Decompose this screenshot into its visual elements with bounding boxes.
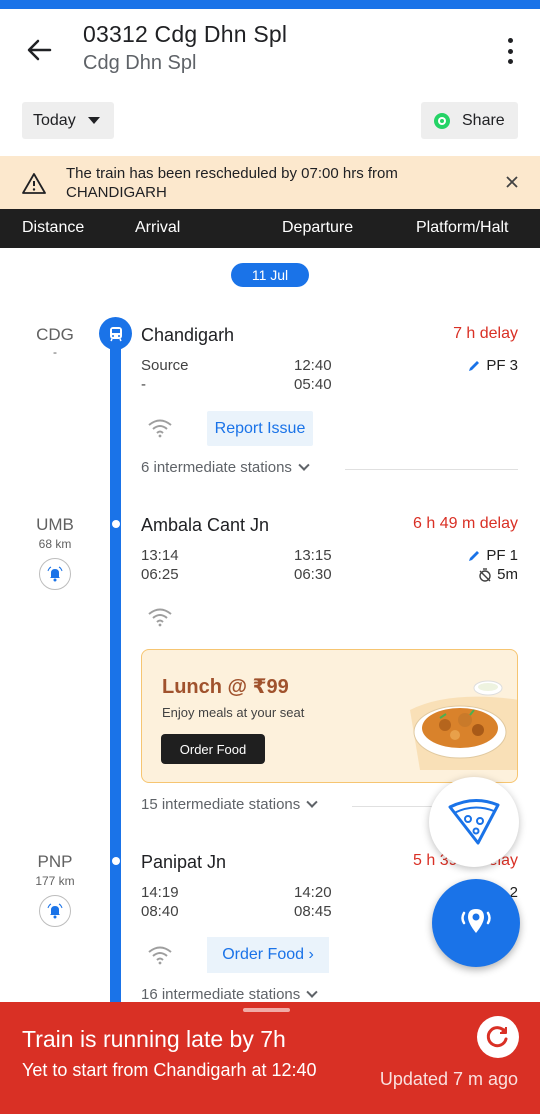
biryani-bowl-icon [410, 680, 517, 770]
drag-handle[interactable] [243, 1008, 290, 1012]
last-updated-text: Updated 7 m ago [379, 1069, 518, 1089]
share-label: Share [462, 111, 505, 129]
timer-off-icon [479, 567, 491, 582]
promo-title: Lunch @ ₹99 [162, 676, 289, 698]
delay-text: 7 h delay [453, 325, 518, 342]
scheduled-arrival: 13:14 [141, 547, 179, 564]
divider [345, 469, 518, 470]
order-food-button[interactable]: Order Food [161, 734, 265, 764]
col-platform: Platform/Halt [416, 219, 509, 236]
actual-arrival: 08:40 [141, 903, 179, 920]
station-name[interactable]: Panipat Jn [141, 852, 226, 873]
whatsapp-icon [434, 112, 450, 129]
chevron-down-icon [306, 796, 318, 808]
halt-duration: 5m [497, 566, 518, 583]
train-subtitle: Cdg Dhn Spl [83, 52, 197, 74]
wifi-icon [148, 608, 172, 627]
actual-arrival: - [141, 376, 146, 393]
halt-info: 5m [478, 566, 518, 583]
actual-departure: 06:30 [294, 566, 332, 583]
intermediate-stations-label: 16 intermediate stations [141, 986, 301, 1003]
more-options-button[interactable] [496, 35, 524, 67]
scheduled-departure: 13:15 [294, 547, 332, 564]
chevron-down-icon [306, 986, 318, 998]
wifi-icon [148, 946, 172, 965]
intermediate-stations-label: 6 intermediate stations [141, 459, 292, 476]
running-status-subtitle: Yet to start from Chandigarh at 12:40 [22, 1060, 317, 1080]
col-departure: Departure [282, 219, 354, 236]
platform-number: PF 1 [486, 547, 518, 564]
report-issue-button[interactable]: Report Issue [207, 411, 313, 446]
train-icon [109, 326, 122, 341]
date-pill: 11 Jul [231, 263, 309, 287]
running-status-panel[interactable]: Train is running late by 7h Yet to start… [0, 1002, 540, 1114]
food-fab-button[interactable] [429, 777, 519, 867]
status-accent-bar [0, 0, 540, 9]
platform-number: PF 3 [486, 357, 518, 374]
refresh-icon [486, 1026, 508, 1048]
bell-icon [47, 566, 63, 582]
arrow-left-icon [27, 39, 52, 61]
station-distance: 68 km [38, 537, 72, 551]
station-code: PNP [37, 852, 73, 871]
column-header-bar: Distance Arrival Departure Platform/Halt [0, 209, 540, 248]
col-arrival: Arrival [135, 219, 181, 236]
alarm-button[interactable] [39, 558, 71, 590]
pencil-icon[interactable] [467, 549, 481, 563]
scheduled-arrival: Source [141, 357, 189, 374]
alert-message: The train has been rescheduled by 07:00 … [66, 165, 398, 201]
scheduled-arrival: 14:19 [141, 884, 179, 901]
wifi-icon [148, 419, 172, 438]
pencil-icon[interactable] [467, 359, 481, 373]
intermediate-stations-toggle[interactable]: 6 intermediate stations [141, 459, 310, 476]
station-dot [112, 857, 120, 865]
station-code: CDG [36, 325, 74, 344]
lunch-promo-card[interactable]: Lunch @ ₹99 Enjoy meals at your seat Ord… [141, 649, 518, 783]
scheduled-departure: 14:20 [294, 884, 332, 901]
scheduled-departure: 12:40 [294, 357, 332, 374]
caret-down-icon [87, 117, 100, 124]
date-selector-label: Today [33, 111, 76, 129]
pizza-slice-icon [448, 799, 500, 845]
chevron-down-icon [298, 459, 310, 471]
platform-info: PF 3 [467, 357, 518, 374]
share-button[interactable]: Share [421, 102, 518, 139]
refresh-button[interactable] [477, 1016, 519, 1058]
intermediate-stations-toggle[interactable]: 15 intermediate stations [141, 796, 318, 813]
delay-text: 6 h 49 m delay [413, 515, 518, 532]
station-code: UMB [36, 515, 74, 534]
reschedule-alert: The train has been rescheduled by 07:00 … [0, 156, 540, 209]
close-icon[interactable] [502, 172, 522, 192]
location-pin-icon [461, 909, 491, 933]
app-header: 03312 Cdg Dhn Spl Cdg Dhn Spl [0, 9, 540, 99]
running-status-title: Train is running late by 7h [22, 1026, 286, 1052]
actual-departure: 05:40 [294, 376, 332, 393]
promo-subtitle: Enjoy meals at your seat [162, 705, 305, 720]
station-dot [112, 520, 120, 528]
train-title: 03312 Cdg Dhn Spl [83, 21, 288, 47]
platform-info: PF 1 [467, 547, 518, 564]
station-name[interactable]: Chandigarh [141, 325, 234, 346]
col-distance: Distance [22, 219, 85, 236]
bell-icon [47, 903, 63, 919]
station-distance: 177 km [35, 874, 75, 888]
actual-arrival: 06:25 [141, 566, 179, 583]
back-button[interactable] [22, 33, 56, 67]
warning-icon [22, 173, 46, 194]
divider [352, 806, 432, 807]
route-track [110, 333, 121, 1005]
alarm-button[interactable] [39, 895, 71, 927]
train-position-node [99, 317, 132, 350]
station-distance: - [53, 345, 57, 359]
order-food-link[interactable]: Order Food › [207, 937, 329, 973]
live-location-fab-button[interactable] [432, 879, 520, 967]
intermediate-stations-toggle[interactable]: 16 intermediate stations [141, 986, 318, 1003]
date-selector[interactable]: Today [22, 102, 114, 139]
station-name[interactable]: Ambala Cant Jn [141, 515, 269, 536]
intermediate-stations-label: 15 intermediate stations [141, 796, 301, 813]
actual-departure: 08:45 [294, 903, 332, 920]
